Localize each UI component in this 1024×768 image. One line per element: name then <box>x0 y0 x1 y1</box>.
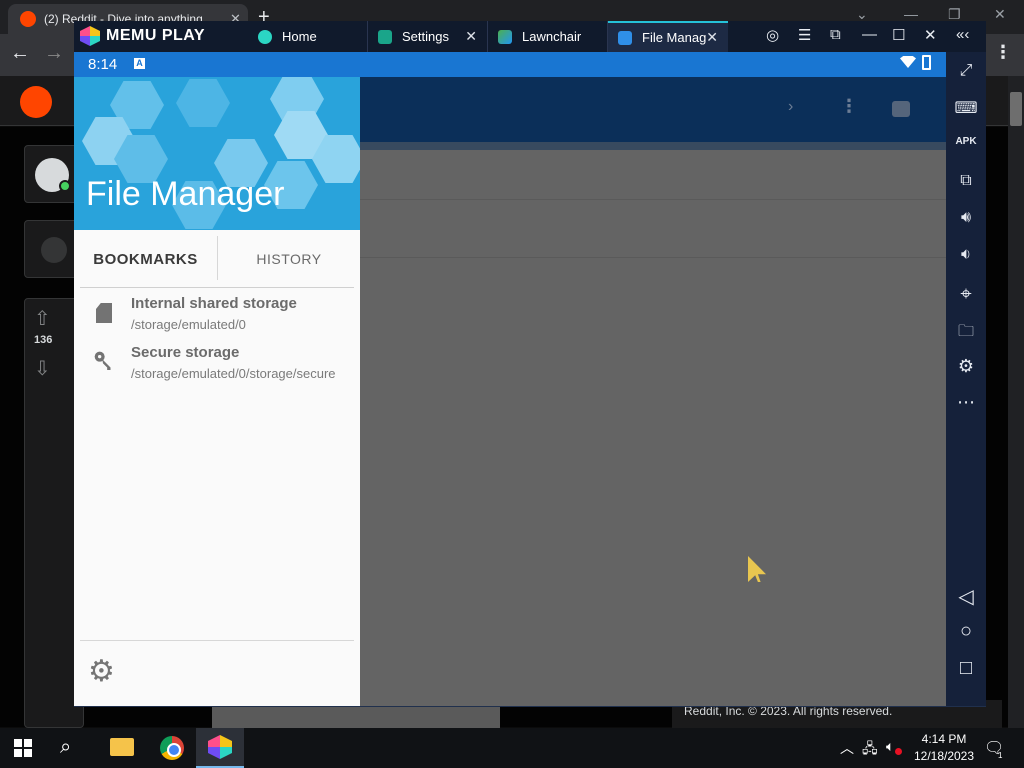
status-notification-icon: A <box>134 58 145 69</box>
tray-chevron-icon[interactable]: ︿ <box>840 738 854 758</box>
search-icon[interactable] <box>892 101 910 117</box>
android-status-bar <box>74 52 946 77</box>
close-tab-icon[interactable]: ✕ <box>706 29 718 46</box>
reddit-favicon-icon <box>20 11 36 27</box>
vote-count: 136 <box>34 334 53 346</box>
memu-tab-home[interactable]: Home <box>248 21 368 52</box>
battery-icon <box>922 55 931 70</box>
fullscreen-icon[interactable]: ⤢ <box>946 62 986 80</box>
android-home-icon[interactable]: ○ <box>946 620 986 643</box>
android-recents-icon[interactable]: □ <box>946 657 986 680</box>
volume-icon[interactable]: 🔈︎ <box>886 738 894 755</box>
lawnchair-app-icon <box>498 29 512 44</box>
file-explorer-icon[interactable] <box>110 738 134 756</box>
mute-indicator-icon <box>895 748 902 755</box>
list-divider <box>360 199 946 200</box>
pip-icon[interactable]: ⧉ <box>830 26 841 43</box>
rocket-icon <box>41 237 67 263</box>
hexagon-decoration <box>176 79 230 127</box>
overflow-menu-icon[interactable]: ⋮ <box>840 96 858 117</box>
android-back-icon[interactable]: ◁ <box>946 584 986 609</box>
close-tab-icon[interactable]: ✕ <box>465 28 477 45</box>
notification-count: 1 <box>998 751 1003 760</box>
chevron-right-icon[interactable]: › <box>788 98 793 116</box>
settings-app-icon <box>378 29 392 44</box>
chrome-close-button[interactable]: ✕ <box>994 6 1006 23</box>
apk-icon[interactable]: APK <box>946 136 986 147</box>
account-icon[interactable]: ◎ <box>766 26 779 44</box>
drawer-scrim[interactable] <box>360 77 946 706</box>
browser-menu-icon[interactable]: ⋮ <box>994 42 1012 63</box>
memu-tab-settings[interactable]: Settings ✕ <box>368 21 488 52</box>
memu-tab-label: Lawnchair <box>522 29 582 44</box>
clock-time[interactable]: 4:14 PM <box>912 732 976 746</box>
tab-history[interactable]: HISTORY <box>218 238 360 280</box>
memu-tab-label: File Manag <box>642 30 707 45</box>
more-icon[interactable]: ⋯ <box>946 392 986 413</box>
windows-start-icon[interactable] <box>14 739 32 757</box>
home-app-icon <box>258 29 272 44</box>
bookmark-path: /storage/emulated/0/storage/secure <box>131 366 336 381</box>
post-image-preview[interactable] <box>212 706 500 728</box>
list-divider <box>360 257 946 258</box>
volume-up-icon[interactable]: 🔊︎ <box>946 209 986 227</box>
memu-maximize-button[interactable]: ☐ <box>892 26 905 44</box>
key-icon <box>94 351 111 370</box>
memu-tab-label: Home <box>282 29 317 44</box>
chrome-icon[interactable] <box>160 736 184 760</box>
memu-tab-file-manager[interactable]: File Manag ✕ <box>608 21 728 52</box>
bookmark-name: Secure storage <box>131 344 240 361</box>
online-status-icon <box>59 180 71 192</box>
settings-icon[interactable]: ⚙ <box>946 356 986 377</box>
tabs-divider <box>80 287 354 288</box>
clock-date[interactable]: 12/18/2023 <box>912 749 976 763</box>
volume-down-icon[interactable]: 🔉︎ <box>946 246 986 264</box>
bookmark-name: Internal shared storage <box>131 295 297 312</box>
browser-scrollbar-thumb[interactable] <box>1010 92 1022 126</box>
back-arrow-icon[interactable]: ← <box>10 42 30 65</box>
memu-close-button[interactable]: ✕ <box>924 26 937 44</box>
memu-hexagon-icon <box>80 26 100 46</box>
folder-icon[interactable]: 🗀 <box>946 320 986 347</box>
drawer-footer-divider <box>80 640 354 641</box>
app-toolbar <box>360 77 946 142</box>
settings-gear-icon[interactable]: ⚙ <box>88 657 115 687</box>
drawer-title: File Manager <box>86 175 285 213</box>
browser-scrollbar[interactable] <box>1008 76 1024 728</box>
memu-logo: MEMU PLAY <box>80 26 205 46</box>
file-manager-app-icon <box>618 30 632 45</box>
forward-arrow-icon[interactable]: → <box>44 42 64 65</box>
downvote-arrow-icon[interactable]: ⇩ <box>34 356 51 381</box>
tab-bookmarks[interactable]: BOOKMARKS <box>74 238 217 280</box>
collapse-sidebar-icon[interactable]: «‹ <box>956 26 969 43</box>
upvote-arrow-icon[interactable]: ⇧ <box>34 306 51 331</box>
app-toolbar-shadow <box>360 142 946 150</box>
network-icon[interactable]: 🖧︎ <box>862 738 878 762</box>
keyboard-icon[interactable]: ⌨ <box>946 98 986 118</box>
taskbar-search-icon[interactable]: ⌕ <box>60 736 71 759</box>
memu-menu-icon[interactable]: ☰ <box>798 26 811 44</box>
memu-tab-lawnchair[interactable]: Lawnchair <box>488 21 608 52</box>
bookmark-path: /storage/emulated/0 <box>131 317 246 332</box>
memu-bottom-border <box>74 706 986 707</box>
location-icon[interactable]: ⌖ <box>946 283 986 306</box>
memu-brand-text: MEMU PLAY <box>106 27 206 44</box>
status-time: 8:14 <box>88 56 118 73</box>
chrome-minimize-button[interactable]: — <box>904 6 918 22</box>
sd-card-icon <box>96 303 112 323</box>
multi-window-icon[interactable]: ⧉ <box>946 172 986 190</box>
reddit-logo-icon[interactable] <box>20 86 52 118</box>
memu-minimize-button[interactable]: — <box>862 26 877 43</box>
memu-tab-label: Settings <box>402 29 449 44</box>
